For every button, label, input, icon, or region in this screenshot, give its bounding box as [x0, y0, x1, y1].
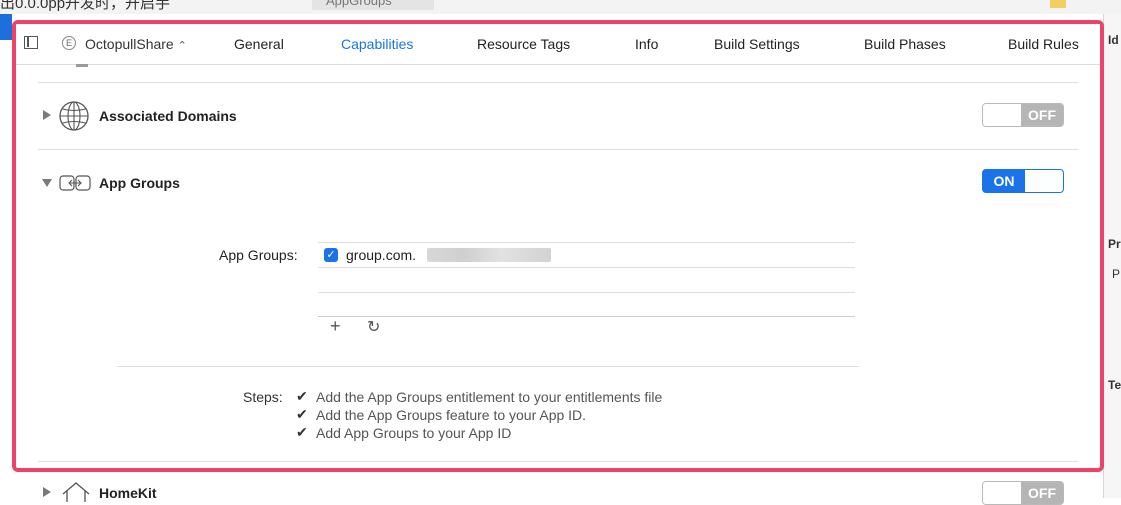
row-divider	[38, 149, 1078, 150]
group-row-divider	[318, 267, 855, 268]
disclosure-app-groups[interactable]	[42, 179, 52, 187]
steps-divider	[117, 366, 859, 367]
tab-info[interactable]: Info	[635, 36, 658, 52]
target-extension-icon: E	[62, 36, 76, 50]
navigator-selection	[0, 14, 12, 40]
group-checkbox[interactable]: ✓	[324, 248, 338, 262]
inspector-id-label: Id	[1108, 33, 1119, 47]
switch-state-label: OFF	[1021, 482, 1063, 504]
top-path-field: AppGroups	[312, 0, 434, 10]
top-caption: 出0.0.0pp开发时，开启手	[0, 0, 171, 12]
tab-build-rules[interactable]: Build Rules	[1008, 36, 1079, 52]
app-groups-title: App Groups	[99, 175, 180, 191]
app-groups-switch[interactable]: ON	[982, 169, 1064, 193]
inspector-te-label: Te	[1108, 378, 1121, 392]
step-item: Add App Groups to your App ID	[316, 425, 512, 441]
switch-knob	[1025, 170, 1063, 192]
associated-domains-title: Associated Domains	[99, 108, 237, 124]
tab-general[interactable]: General	[234, 36, 284, 52]
target-name: OctopullShare	[85, 36, 174, 52]
row-divider	[38, 82, 1078, 83]
inspector-panel	[1103, 14, 1121, 498]
top-strip: 出0.0.0pp开发时，开启手 AppGroups	[0, 0, 1121, 14]
refresh-icon[interactable]: ↻	[367, 317, 380, 337]
group-row-divider	[318, 292, 855, 293]
switch-state-label: OFF	[1021, 104, 1063, 126]
target-selector[interactable]: OctopullShare ⌃	[85, 36, 187, 52]
checkmark-icon: ✔	[296, 406, 308, 422]
homekit-switch[interactable]: OFF	[982, 481, 1064, 505]
house-icon	[62, 482, 90, 502]
tab-build-settings[interactable]: Build Settings	[714, 36, 800, 52]
app-groups-field-label: App Groups:	[219, 247, 298, 263]
add-group-button[interactable]: +	[330, 316, 341, 337]
previous-row-icon-fragment	[76, 64, 88, 67]
group-id[interactable]: group.com.	[346, 247, 416, 263]
sidebar-toggle-icon[interactable]	[24, 36, 38, 49]
associated-domains-switch[interactable]: OFF	[982, 103, 1064, 127]
homekit-title: HomeKit	[99, 485, 157, 501]
inspector-p-label: P	[1112, 267, 1121, 281]
chevron-updown-icon: ⌃	[177, 40, 187, 52]
switch-state-label: ON	[993, 173, 1015, 189]
redacted-group-suffix	[427, 248, 551, 262]
app-groups-icon	[59, 175, 91, 191]
tab-resource-tags[interactable]: Resource Tags	[477, 36, 570, 52]
top-path-text: AppGroups	[326, 0, 392, 8]
warning-indicator	[1050, 0, 1066, 8]
globe-icon	[59, 101, 89, 131]
inspector-pr-label: Pr	[1108, 237, 1121, 251]
checkmark-icon: ✔	[296, 424, 308, 440]
switch-knob	[983, 104, 1024, 126]
tab-build-phases[interactable]: Build Phases	[864, 36, 946, 52]
steps-label: Steps:	[243, 389, 283, 405]
tab-capabilities[interactable]: Capabilities	[341, 36, 413, 52]
disclosure-associated-domains[interactable]	[43, 110, 51, 120]
step-item: Add the App Groups entitlement to your e…	[316, 389, 663, 405]
checkmark-icon: ✔	[296, 388, 308, 404]
step-item: Add the App Groups feature to your App I…	[316, 407, 587, 423]
group-list-bottom-border	[318, 316, 855, 317]
row-divider	[38, 461, 1078, 462]
switch-knob	[983, 482, 1024, 504]
disclosure-homekit[interactable]	[43, 487, 51, 497]
group-list-top-border	[318, 242, 855, 243]
